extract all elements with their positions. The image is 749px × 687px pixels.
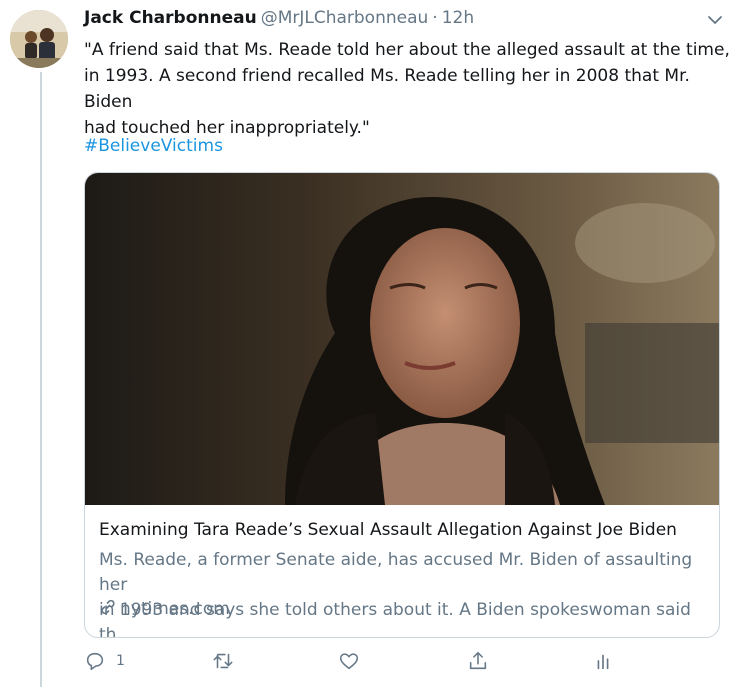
share-icon bbox=[469, 651, 487, 670]
card-image bbox=[85, 173, 719, 505]
analytics-icon bbox=[597, 654, 609, 670]
card-title[interactable]: Examining Tara Reade’s Sexual Assault Al… bbox=[99, 520, 677, 540]
tweet-text: "A friend said that Ms. Reade told her a… bbox=[84, 40, 730, 138]
author-handle[interactable]: @MrJLCharbonneau bbox=[261, 8, 429, 28]
link-preview-card[interactable]: Examining Tara Reade’s Sexual Assault Al… bbox=[84, 172, 720, 638]
card-domain[interactable]: nytimes.com bbox=[99, 598, 230, 619]
reply-button[interactable]: 1 bbox=[84, 648, 125, 674]
tweet-actions: 1 bbox=[84, 648, 644, 676]
tweet-timestamp[interactable]: 12h bbox=[442, 8, 474, 28]
avatar-photo bbox=[10, 10, 68, 68]
like-button[interactable] bbox=[338, 648, 370, 674]
thread-line bbox=[40, 72, 42, 687]
retweet-button[interactable] bbox=[212, 648, 244, 674]
analytics-button[interactable] bbox=[592, 648, 614, 674]
reply-icon bbox=[86, 652, 104, 671]
link-icon bbox=[101, 599, 115, 615]
retweet-icon bbox=[213, 653, 233, 669]
tweet-header: Jack Charbonneau @MrJLCharbonneau · 12h bbox=[84, 8, 729, 34]
chevron-down-icon[interactable] bbox=[705, 10, 725, 30]
author-name[interactable]: Jack Charbonneau bbox=[84, 8, 257, 28]
card-description: Ms. Reade, a former Senate aide, has acc… bbox=[99, 550, 693, 638]
hashtag-link[interactable]: #BelieveVictims bbox=[84, 136, 223, 156]
heart-icon bbox=[339, 653, 359, 670]
avatar[interactable] bbox=[10, 10, 68, 68]
separator-dot: · bbox=[432, 8, 438, 28]
card-domain-text: nytimes.com bbox=[120, 599, 230, 619]
reply-count: 1 bbox=[116, 653, 125, 669]
share-button[interactable] bbox=[467, 648, 489, 674]
